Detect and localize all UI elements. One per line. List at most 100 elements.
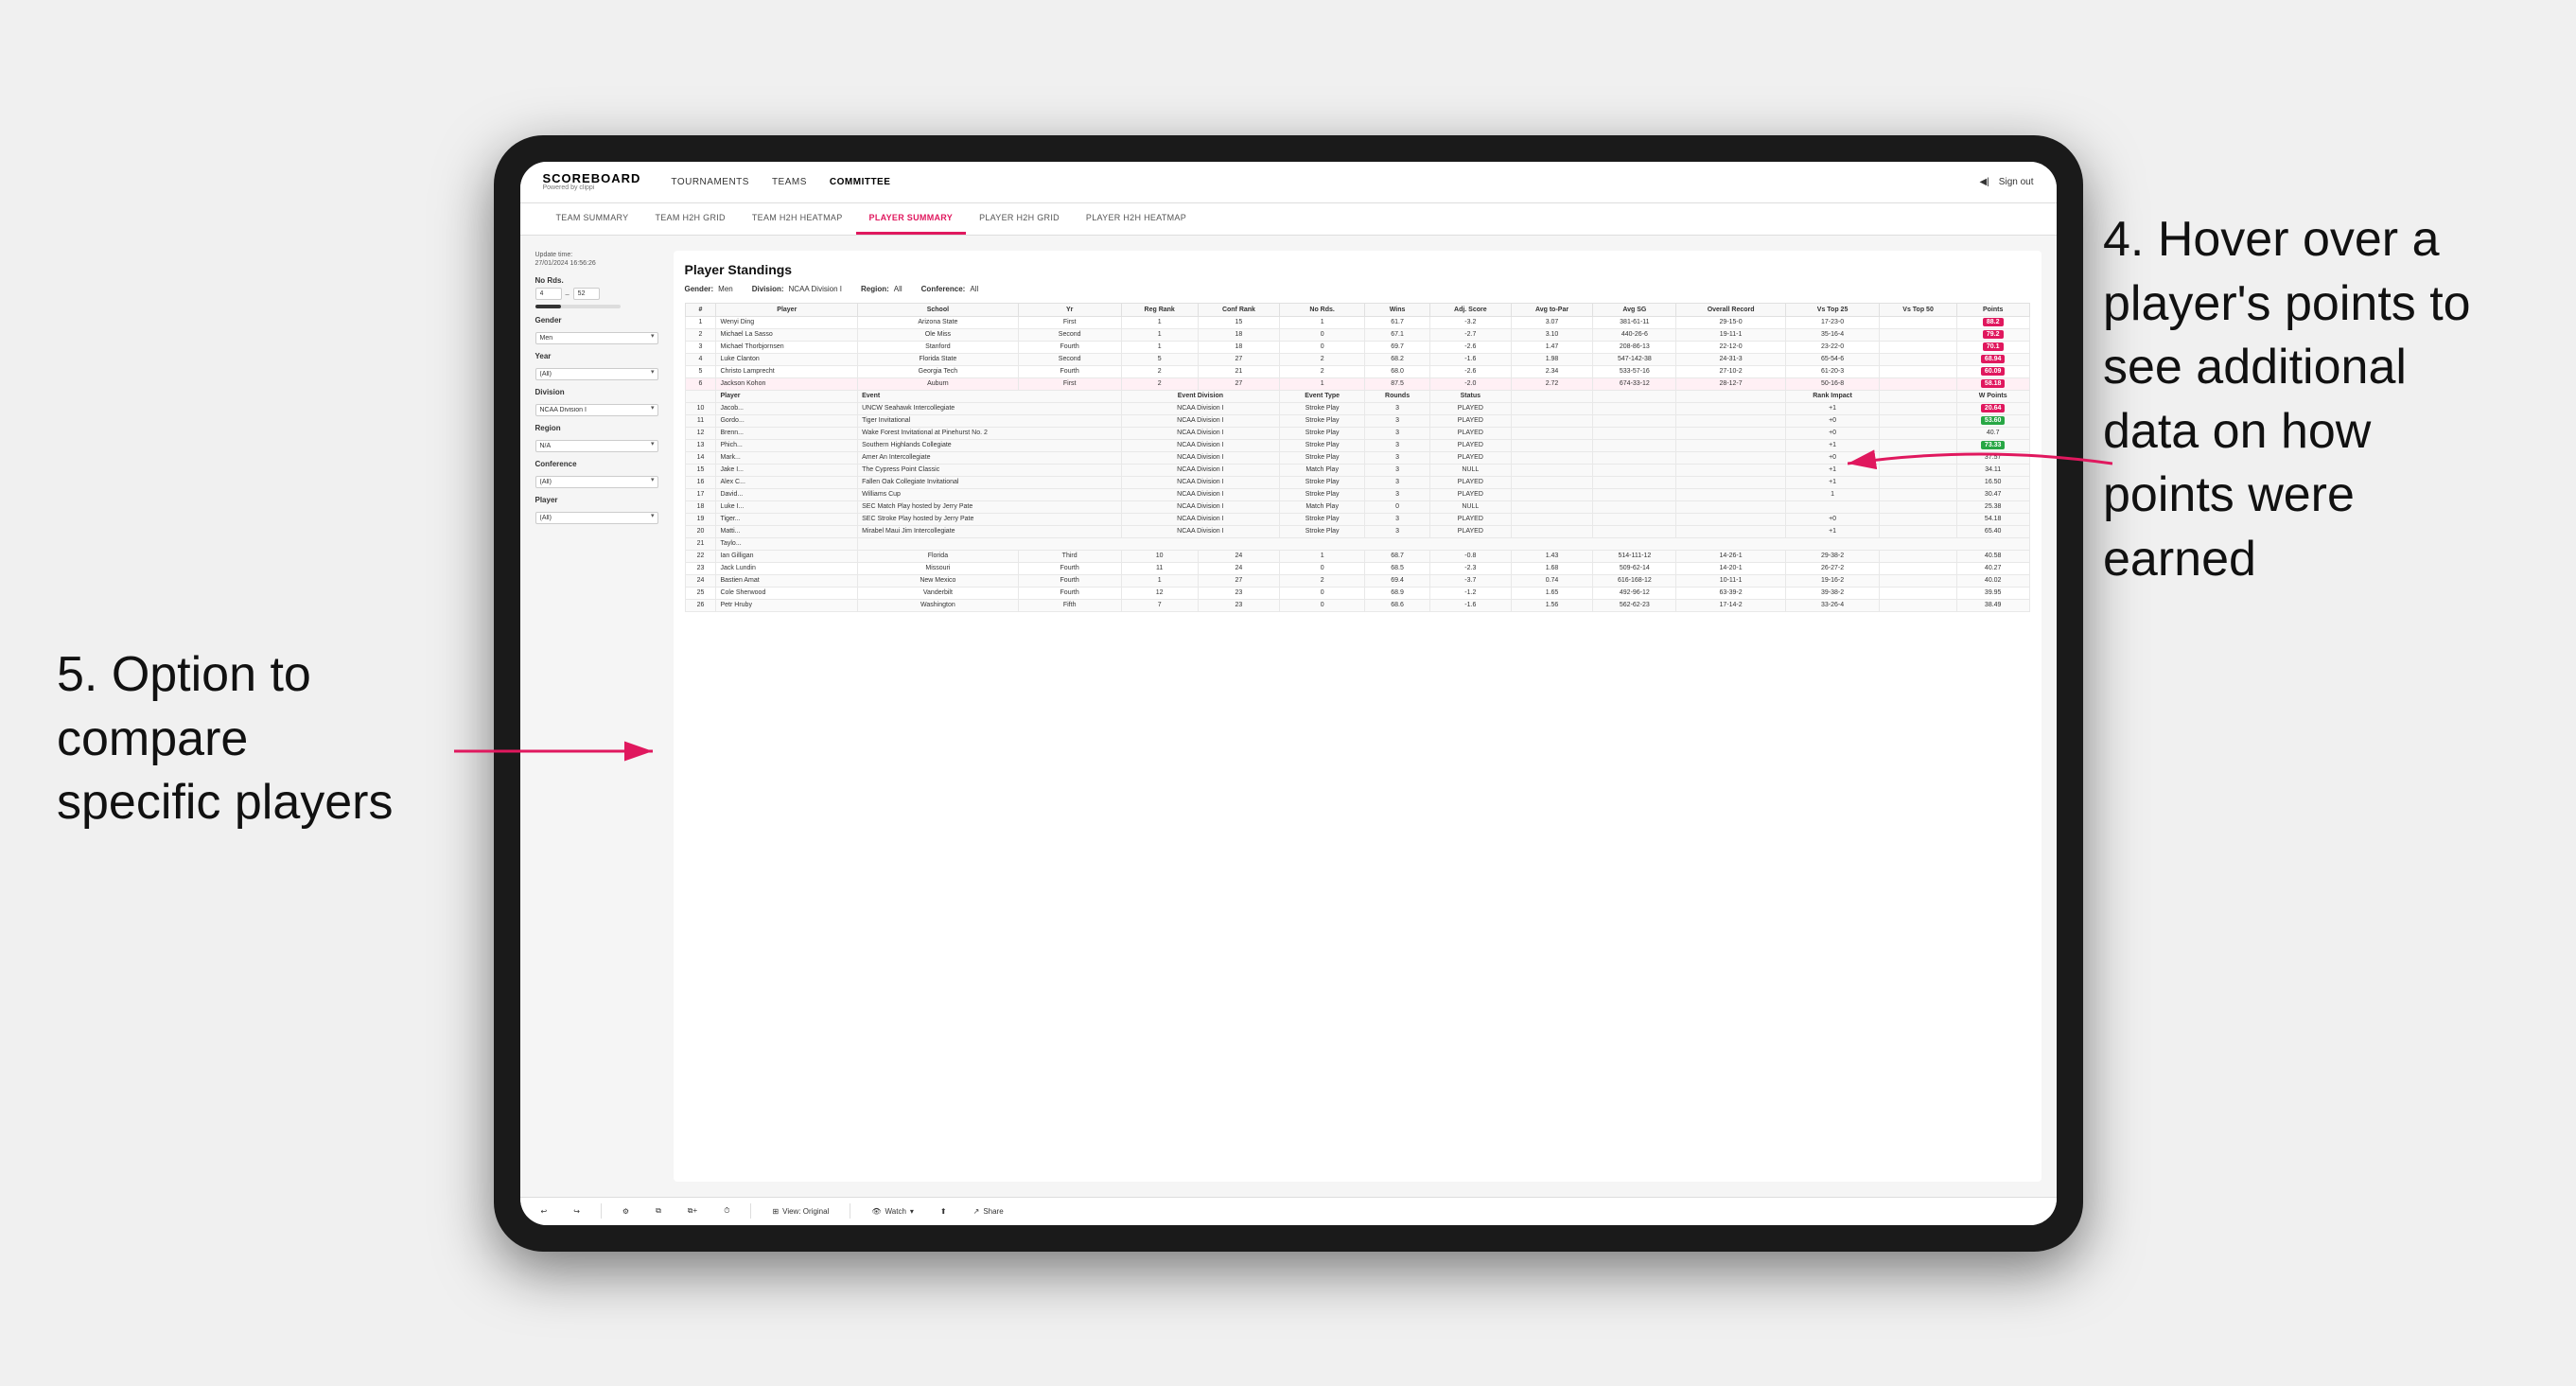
logo-area: SCOREBOARD Powered by clippi [543,172,641,191]
tooltip-data-row[interactable]: 21 Taylo... [685,537,2029,550]
annotation-arrow-right [1848,435,2112,492]
col-avg-to-par: Avg to-Par [1511,303,1593,316]
col-conf-rank: Conf Rank [1198,303,1279,316]
col-player: Player [716,303,858,316]
region-select[interactable]: N/A [535,440,658,452]
sign-out-link[interactable]: Sign out [1999,177,2034,187]
table-header-row: # Player School Yr Reg Rank Conf Rank No… [685,303,2029,316]
points-badge: 70.1 [1983,342,2004,351]
no-rds-range: – [535,288,658,300]
sub-nav-player-h2h-heatmap[interactable]: PLAYER H2H HEATMAP [1073,202,1200,235]
division-filter: Division NCAA Division I [535,388,658,416]
copy-button[interactable]: ⧉ [650,1204,667,1218]
view-original-icon: ⊞ [772,1207,779,1216]
year-label: Year [535,352,658,360]
no-rds-max-input[interactable] [573,288,600,300]
division-label: Division [535,388,658,396]
share-button-icon[interactable]: ⬆ [935,1205,953,1218]
nav-tournaments[interactable]: TOURNAMENTS [671,177,749,187]
conference-filter: Conference (All) [535,460,658,488]
table-row[interactable]: 3 Michael Thorbjornsen Stanford Fourth 1… [685,341,2029,353]
tooltip-data-row[interactable]: 10 Jacob... UNCW Seahawk Intercollegiate… [685,402,2029,414]
gender-select[interactable]: Men Women [535,332,658,344]
year-select[interactable]: (All) [535,368,658,380]
no-rds-min-input[interactable] [535,288,562,300]
sub-nav-team-summary[interactable]: TEAM SUMMARY [543,202,642,235]
col-reg-rank: Reg Rank [1121,303,1198,316]
toolbar-bottom: ↩ ↪ ⚙ ⧉ ⧉+ ⏱ ⊞ View: Original 👁 Watch ▾ [520,1197,2057,1225]
share-button[interactable]: ↗ Share [968,1205,1009,1218]
table-row[interactable]: 24 Bastien Amat New Mexico Fourth 1 27 2… [685,574,2029,587]
conference-select[interactable]: (All) [535,476,658,488]
points-badge: 58.18 [1981,379,2006,388]
tooltip-data-row[interactable]: 15 Jake I... The Cypress Point Classic N… [685,464,2029,476]
view-original-label: View: Original [782,1207,829,1216]
col-vs-top25: Vs Top 25 [1785,303,1879,316]
points-badge: 79.2 [1983,330,2004,339]
table-row[interactable]: 25 Cole Sherwood Vanderbilt Fourth 12 23… [685,587,2029,599]
sub-nav-team-h2h-heatmap[interactable]: TEAM H2H HEATMAP [739,202,856,235]
tooltip-data-row[interactable]: 12 Brenn... Wake Forest Invitational at … [685,427,2029,439]
sub-nav: TEAM SUMMARY TEAM H2H GRID TEAM H2H HEAT… [520,203,2057,236]
table-row[interactable]: 2 Michael La Sasso Ole Miss Second 1 18 … [685,328,2029,341]
tooltip-data-row[interactable]: 14 Mark... Amer An Intercollegiate NCAA … [685,451,2029,464]
nav-right: ◀| Sign out [1980,177,2034,187]
table-row[interactable]: 1 Wenyi Ding Arizona State First 1 15 1 … [685,316,2029,328]
player-filter: Player (All) [535,496,658,524]
col-avg-sg: Avg SG [1593,303,1676,316]
table-row[interactable]: 23 Jack Lundin Missouri Fourth 11 24 0 6… [685,562,2029,574]
tooltip-data-row[interactable]: 16 Alex C... Fallen Oak Collegiate Invit… [685,476,2029,488]
region-filter-display: Region: All [861,285,902,293]
table-title: Player Standings [685,262,2030,277]
table-filters-row: Gender: Men Division: NCAA Division I Re… [685,285,2030,293]
view-original-button[interactable]: ⊞ View: Original [766,1205,834,1218]
nav-committee[interactable]: COMMITTEE [830,177,891,187]
undo-button[interactable]: ↩ [535,1205,553,1218]
table-row[interactable]: 22 Ian Gilligan Florida Third 10 24 1 68… [685,550,2029,562]
col-adj-score: Adj. Score [1430,303,1512,316]
player-select[interactable]: (All) [535,512,658,524]
sub-nav-team-h2h-grid[interactable]: TEAM H2H GRID [641,202,738,235]
tablet-device: SCOREBOARD Powered by clippi TOURNAMENTS… [494,135,2083,1252]
no-rds-slider[interactable] [535,305,621,308]
nav-bar: SCOREBOARD Powered by clippi TOURNAMENTS… [520,162,2057,203]
sub-nav-player-h2h-grid[interactable]: PLAYER H2H GRID [966,202,1073,235]
col-wins: Wins [1365,303,1430,316]
watch-chevron: ▾ [910,1207,914,1216]
conference-label: Conference [535,460,658,468]
no-rds-label: No Rds. [535,276,658,285]
sub-nav-player-summary[interactable]: PLAYER SUMMARY [856,202,967,235]
region-select-wrapper: N/A [535,435,658,452]
tooltip-data-row[interactable]: 18 Luke I... SEC Match Play hosted by Je… [685,500,2029,513]
col-yr: Yr [1018,303,1121,316]
col-points: Points [1956,303,2029,316]
table-row[interactable]: 5 Christo Lamprecht Georgia Tech Fourth … [685,365,2029,377]
tooltip-data-row[interactable]: 13 Phich... Southern Highlands Collegiat… [685,439,2029,451]
watch-button[interactable]: 👁 Watch ▾ [866,1205,920,1218]
year-filter: Year (All) [535,352,658,380]
tooltip-data-row[interactable]: 19 Tiger... SEC Stroke Play hosted by Je… [685,513,2029,525]
col-overall: Overall Record [1676,303,1786,316]
clock-button[interactable]: ⏱ [718,1204,735,1218]
logo-title: SCOREBOARD [543,172,641,184]
tooltip-data-row[interactable]: 20 Matti... Mirabel Maui Jim Intercolleg… [685,525,2029,537]
table-panel: Player Standings Gender: Men Division: N… [674,251,2042,1182]
tooltip-data-row[interactable]: 11 Gordo... Tiger Invitational NCAA Divi… [685,414,2029,427]
tooltip-data-row[interactable]: 17 David... Williams Cup NCAA Division I… [685,488,2029,500]
nav-teams[interactable]: TEAMS [772,177,807,187]
toolbar-divider-1 [601,1203,602,1219]
division-select[interactable]: NCAA Division I [535,404,658,416]
table-row[interactable]: 26 Petr Hruby Washington Fifth 7 23 0 68… [685,599,2029,611]
table-row[interactable]: 4 Luke Clanton Florida State Second 5 27… [685,353,2029,365]
filter-button[interactable]: ⚙ [617,1205,635,1218]
table-row[interactable]: 6 Jackson Kohon Auburn First 2 27 1 87.5… [685,377,2029,390]
gender-select-wrapper: Men Women [535,327,658,344]
filter-panel: Update time: 27/01/2024 16:56:26 No Rds.… [535,251,658,1182]
points-badge: 88.2 [1983,318,2004,326]
redo-button[interactable]: ↪ [568,1205,586,1218]
region-filter: Region N/A [535,424,658,452]
nav-left: SCOREBOARD Powered by clippi TOURNAMENTS… [543,172,891,191]
main-content: Update time: 27/01/2024 16:56:26 No Rds.… [520,236,2057,1197]
share-icon: ↗ [973,1207,980,1216]
copy2-button[interactable]: ⧉+ [682,1204,703,1218]
